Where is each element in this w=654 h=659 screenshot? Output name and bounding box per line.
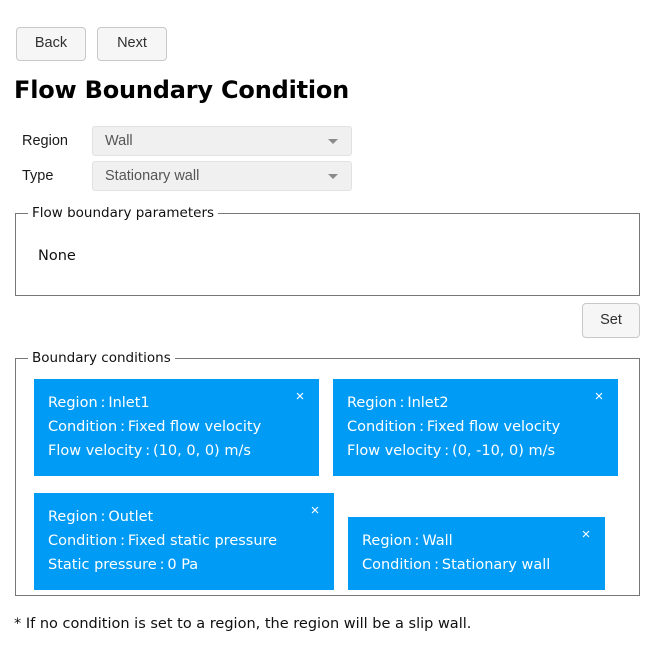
boundary-condition-line: Flow velocity : (0, -10, 0) m/s (347, 443, 556, 459)
page-title: Flow Boundary Condition (14, 76, 350, 104)
flow-boundary-parameters-legend: Flow boundary parameters (28, 205, 219, 221)
boundary-condition-line: Condition : Fixed flow velocity (347, 419, 561, 435)
region-row: Region Wall (22, 126, 352, 156)
boundary-condition-line: Region : Inlet2 (347, 395, 449, 411)
close-icon[interactable]: × (591, 389, 607, 405)
boundary-condition-card[interactable]: Region : Inlet2 Condition : Fixed flow ve… (333, 379, 618, 476)
close-icon[interactable]: × (292, 389, 308, 405)
type-label: Type (22, 168, 54, 184)
boundary-condition-line: Region : Wall (362, 533, 453, 549)
type-select[interactable]: Stationary wall (92, 161, 352, 191)
boundary-condition-line: Condition : Fixed flow velocity (48, 419, 262, 435)
chevron-down-icon (328, 139, 338, 144)
boundary-condition-line: Region : Outlet (48, 509, 154, 525)
boundary-condition-card[interactable]: Region : Inlet1 Condition : Fixed flow ve… (34, 379, 319, 476)
boundary-condition-row: Region : Outlet Condition : Fixed static … (34, 493, 621, 590)
region-label: Region (22, 133, 68, 149)
next-button[interactable]: Next (97, 27, 167, 61)
boundary-conditions-group: Boundary conditions Region : Inlet1 Condi… (15, 350, 640, 596)
type-row: Type Stationary wall (22, 161, 352, 191)
boundary-conditions-list: Region : Inlet1 Condition : Fixed flow ve… (16, 359, 639, 607)
flow-boundary-parameters-group: Flow boundary parameters None (15, 205, 640, 296)
boundary-condition-line: Condition : Stationary wall (362, 557, 551, 573)
boundary-form: Region Wall Type Stationary wall (22, 126, 352, 196)
boundary-condition-line: Region : Inlet1 (48, 395, 150, 411)
flow-boundary-condition-page: Back Next Flow Boundary Condition Region… (0, 0, 654, 659)
region-select[interactable]: Wall (92, 126, 352, 156)
chevron-down-icon (328, 174, 338, 179)
set-button[interactable]: Set (582, 303, 640, 338)
back-button[interactable]: Back (16, 27, 86, 61)
region-select-value: Wall (105, 133, 133, 149)
boundary-condition-line: Static pressure : 0 Pa (48, 557, 199, 573)
boundary-condition-line: Flow velocity : (10, 0, 0) m/s (48, 443, 251, 459)
boundary-condition-card[interactable]: Region : Wall Condition : Stationary wall… (348, 517, 605, 590)
navigation-bar: Back Next (16, 27, 167, 61)
set-button-container: Set (582, 303, 640, 338)
flow-boundary-parameters-content: None (38, 248, 76, 264)
boundary-condition-line: Condition : Fixed static pressure (48, 533, 278, 549)
boundary-condition-card[interactable]: Region : Outlet Condition : Fixed static … (34, 493, 334, 590)
boundary-condition-row: Region : Inlet1 Condition : Fixed flow ve… (34, 379, 621, 476)
close-icon[interactable]: × (307, 503, 323, 519)
footnote: * If no condition is set to a region, th… (14, 616, 472, 632)
close-icon[interactable]: × (578, 527, 594, 543)
type-select-value: Stationary wall (105, 168, 200, 184)
